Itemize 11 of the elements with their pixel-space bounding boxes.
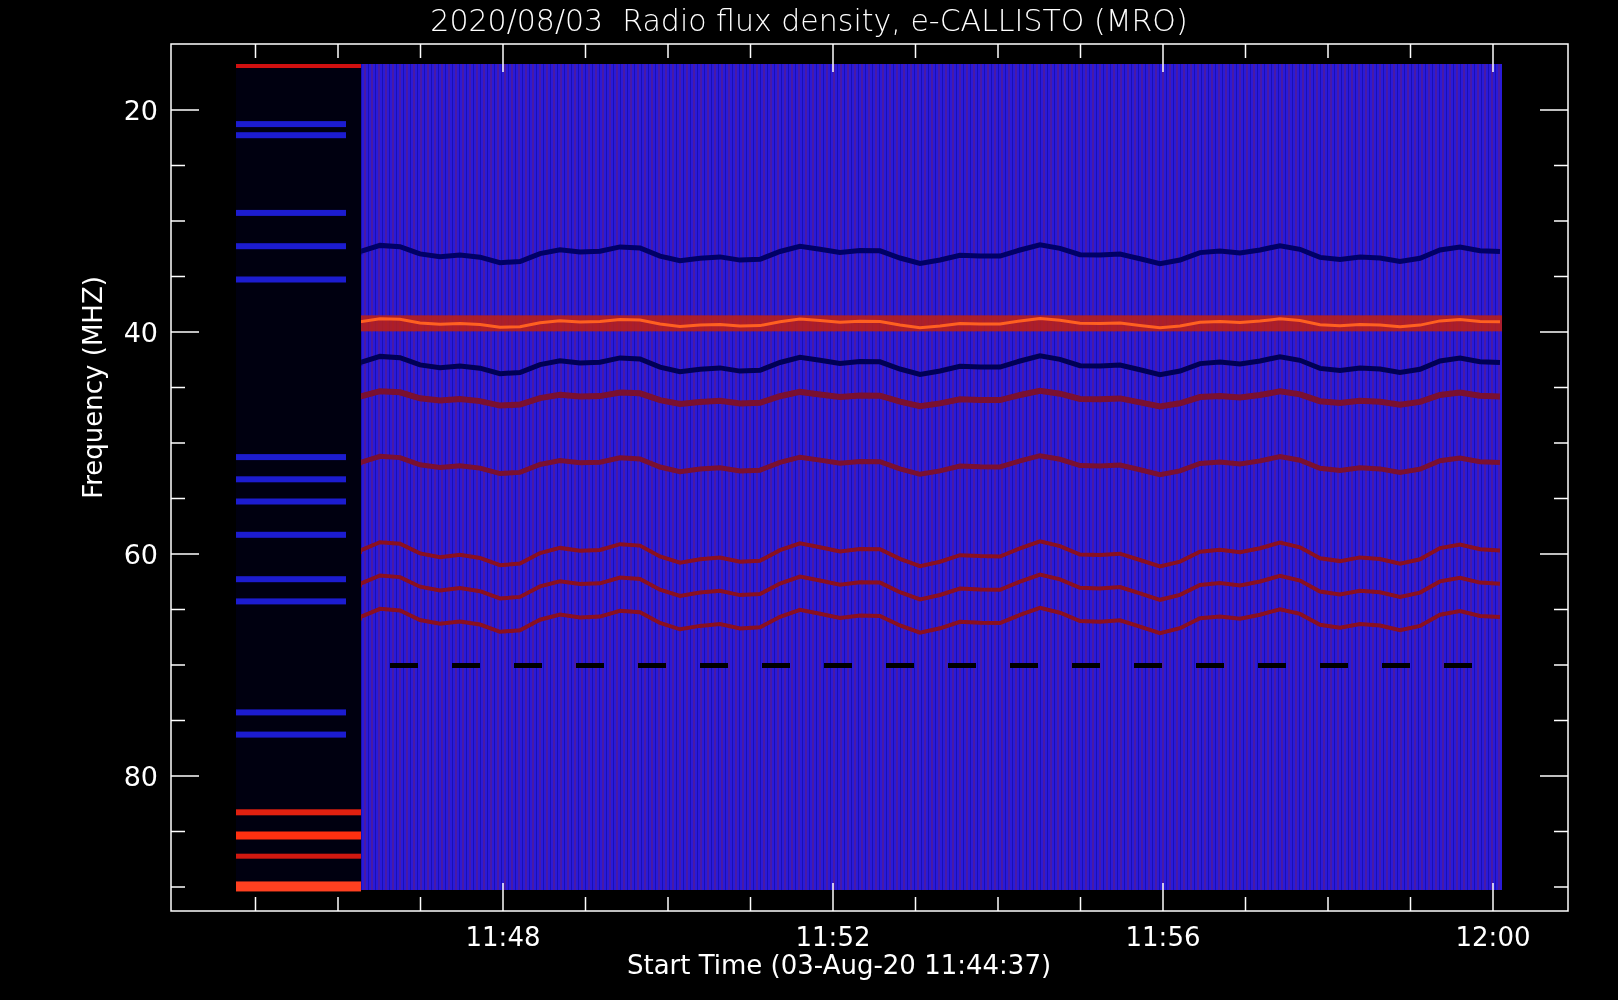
tick-label: 40 (123, 317, 158, 348)
axis-title: Start Time (03-Aug-20 11:44:37) (626, 950, 1052, 980)
tick-label: 11:48 (465, 922, 541, 950)
tick-label: 12:00 (1455, 922, 1531, 950)
tick-label: 60 (123, 539, 158, 570)
chart-title: 2020/08/03 Radio flux density, e-CALLISTO (MRO) (429, 1, 1189, 40)
tick-label: 11:56 (1125, 922, 1201, 950)
tick-label: 20 (123, 95, 158, 126)
tick-label: 80 (123, 761, 158, 792)
tick-label: 11:52 (795, 922, 871, 950)
axis-title: Frequency (MHZ) (78, 276, 108, 499)
